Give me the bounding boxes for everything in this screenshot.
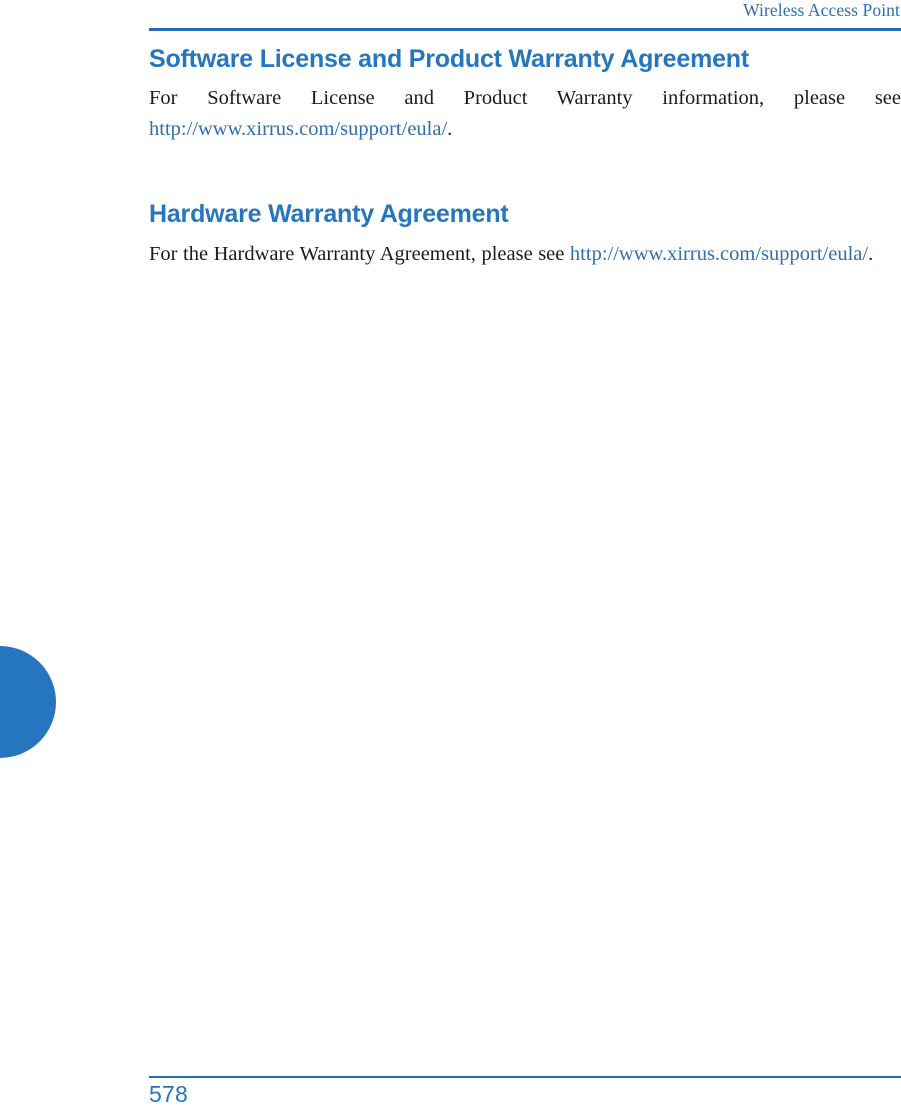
running-header-title: Wireless Access Point xyxy=(743,0,900,20)
chapter-edge-tab xyxy=(0,646,56,758)
page-content: Software License and Product Warranty Ag… xyxy=(149,44,901,270)
page-header: Wireless Access Point xyxy=(0,0,901,34)
eula-link-software[interactable]: http://www.xirrus.com/support/eula/ xyxy=(149,118,447,140)
paragraph-tail-text: . xyxy=(868,243,874,265)
header-divider-rule xyxy=(149,28,901,31)
page-footer: 578 xyxy=(0,1066,901,1110)
paragraph-lead-text: For Software License and Product Warrant… xyxy=(149,87,901,109)
eula-link-hardware[interactable]: http://www.xirrus.com/support/eula/ xyxy=(570,243,868,265)
paragraph-hardware-warranty: For the Hardware Warranty Agreement, ple… xyxy=(149,239,901,270)
paragraph-software-license: For Software License and Product Warrant… xyxy=(149,83,901,145)
page-number: 578 xyxy=(149,1081,188,1107)
section-heading-hardware-warranty: Hardware Warranty Agreement xyxy=(149,200,509,228)
document-page: Wireless Access Point Software License a… xyxy=(0,0,901,1110)
section-heading-software-license: Software License and Product Warranty Ag… xyxy=(149,45,749,73)
paragraph-tail-text: . xyxy=(447,118,453,140)
footer-divider-rule xyxy=(149,1076,901,1078)
paragraph-lead-text: For the Hardware Warranty Agreement, ple… xyxy=(149,243,570,265)
